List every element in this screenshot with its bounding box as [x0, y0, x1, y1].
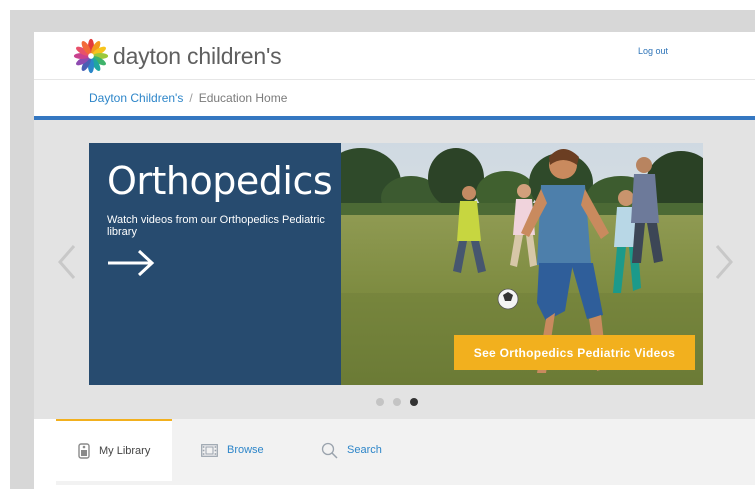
- page: dayton children's Log out Dayton Childre…: [34, 32, 755, 489]
- tab-label: Browse: [227, 444, 264, 456]
- carousel-next-arrow[interactable]: [713, 242, 735, 282]
- carousel-prev-arrow[interactable]: [56, 242, 78, 282]
- carousel-dot[interactable]: [376, 398, 384, 406]
- film-strip-icon: [201, 443, 218, 457]
- site-header: dayton children's Log out: [34, 32, 755, 79]
- magnifier-icon: [321, 442, 338, 459]
- breadcrumb: Dayton Children's / Education Home: [34, 79, 755, 116]
- slide-title: Orthopedics: [107, 159, 333, 203]
- site-logo[interactable]: dayton children's: [72, 37, 302, 75]
- slide-subtitle: Watch videos from our Orthopedics Pediat…: [107, 214, 325, 238]
- carousel-indicators: [376, 398, 418, 406]
- library-tabs: My Library Browse Search: [56, 419, 755, 485]
- carousel-dot-active[interactable]: [410, 398, 418, 406]
- tab-label: Search: [347, 444, 382, 456]
- tab-browse[interactable]: Browse: [201, 419, 264, 481]
- slide-text-panel: Orthopedics Watch videos from our Orthop…: [89, 143, 341, 385]
- library-card-icon: [78, 443, 90, 459]
- tab-my-library[interactable]: My Library: [56, 419, 172, 481]
- carousel-slide[interactable]: Orthopedics Watch videos from our Orthop…: [89, 143, 703, 385]
- tab-label: My Library: [99, 445, 151, 457]
- breadcrumb-separator: /: [189, 91, 193, 105]
- logo-text: dayton children's: [113, 42, 282, 69]
- breadcrumb-trail: Dayton Children's / Education Home: [89, 91, 287, 105]
- chevron-right-icon: [715, 245, 733, 279]
- see-videos-button[interactable]: See Orthopedics Pediatric Videos: [454, 335, 695, 370]
- carousel-dot[interactable]: [393, 398, 401, 406]
- chevron-left-icon: [58, 245, 76, 279]
- pinwheel-logo-icon: [73, 38, 109, 74]
- browser-frame: dayton children's Log out Dayton Childre…: [10, 10, 755, 489]
- tab-search[interactable]: Search: [321, 419, 382, 481]
- breadcrumb-home-link[interactable]: Dayton Children's: [89, 91, 183, 105]
- logout-link[interactable]: Log out: [638, 46, 668, 56]
- arrow-right-icon[interactable]: [106, 248, 156, 278]
- breadcrumb-current: Education Home: [198, 91, 288, 105]
